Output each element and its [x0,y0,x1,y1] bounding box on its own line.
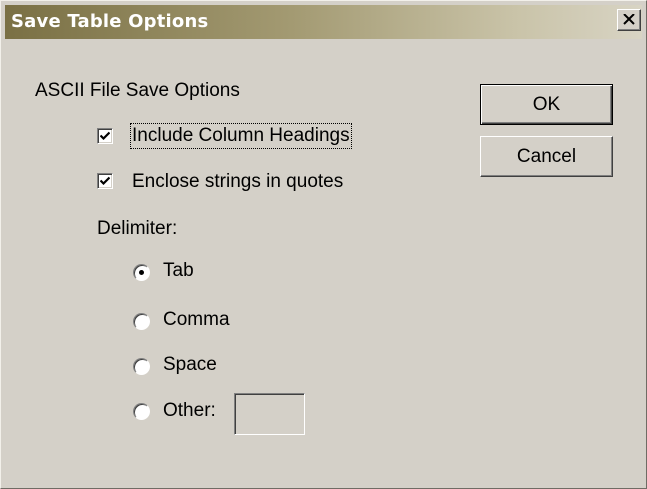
radio-tab-label[interactable]: Tab [163,260,194,282]
enclose-strings-label[interactable]: Enclose strings in quotes [132,171,343,193]
save-table-options-dialog: Save Table Options ASCII File Save Optio… [0,0,647,489]
include-headings-checkbox[interactable] [97,128,113,144]
radio-other[interactable] [133,403,150,420]
radio-comma[interactable] [133,313,150,330]
cancel-button[interactable]: Cancel [480,136,613,177]
title-bar: Save Table Options [5,5,642,39]
radio-other-label[interactable]: Other: [163,400,216,422]
checkmark-icon [100,131,110,141]
other-delimiter-input[interactable] [234,393,305,435]
radio-tab[interactable] [133,264,150,281]
checkmark-icon [100,176,110,186]
radio-comma-label[interactable]: Comma [163,309,230,331]
radio-space[interactable] [133,358,150,375]
window-title: Save Table Options [11,11,209,32]
radio-selected-dot [139,270,144,275]
enclose-strings-checkbox[interactable] [97,173,113,189]
include-headings-label[interactable]: Include Column Headings [130,123,352,149]
ok-button[interactable]: OK [480,84,613,125]
close-icon [623,14,635,25]
close-button[interactable] [617,9,641,31]
radio-space-label[interactable]: Space [163,354,217,376]
delimiter-label: Delimiter: [97,218,178,239]
group-label: ASCII File Save Options [35,80,240,101]
